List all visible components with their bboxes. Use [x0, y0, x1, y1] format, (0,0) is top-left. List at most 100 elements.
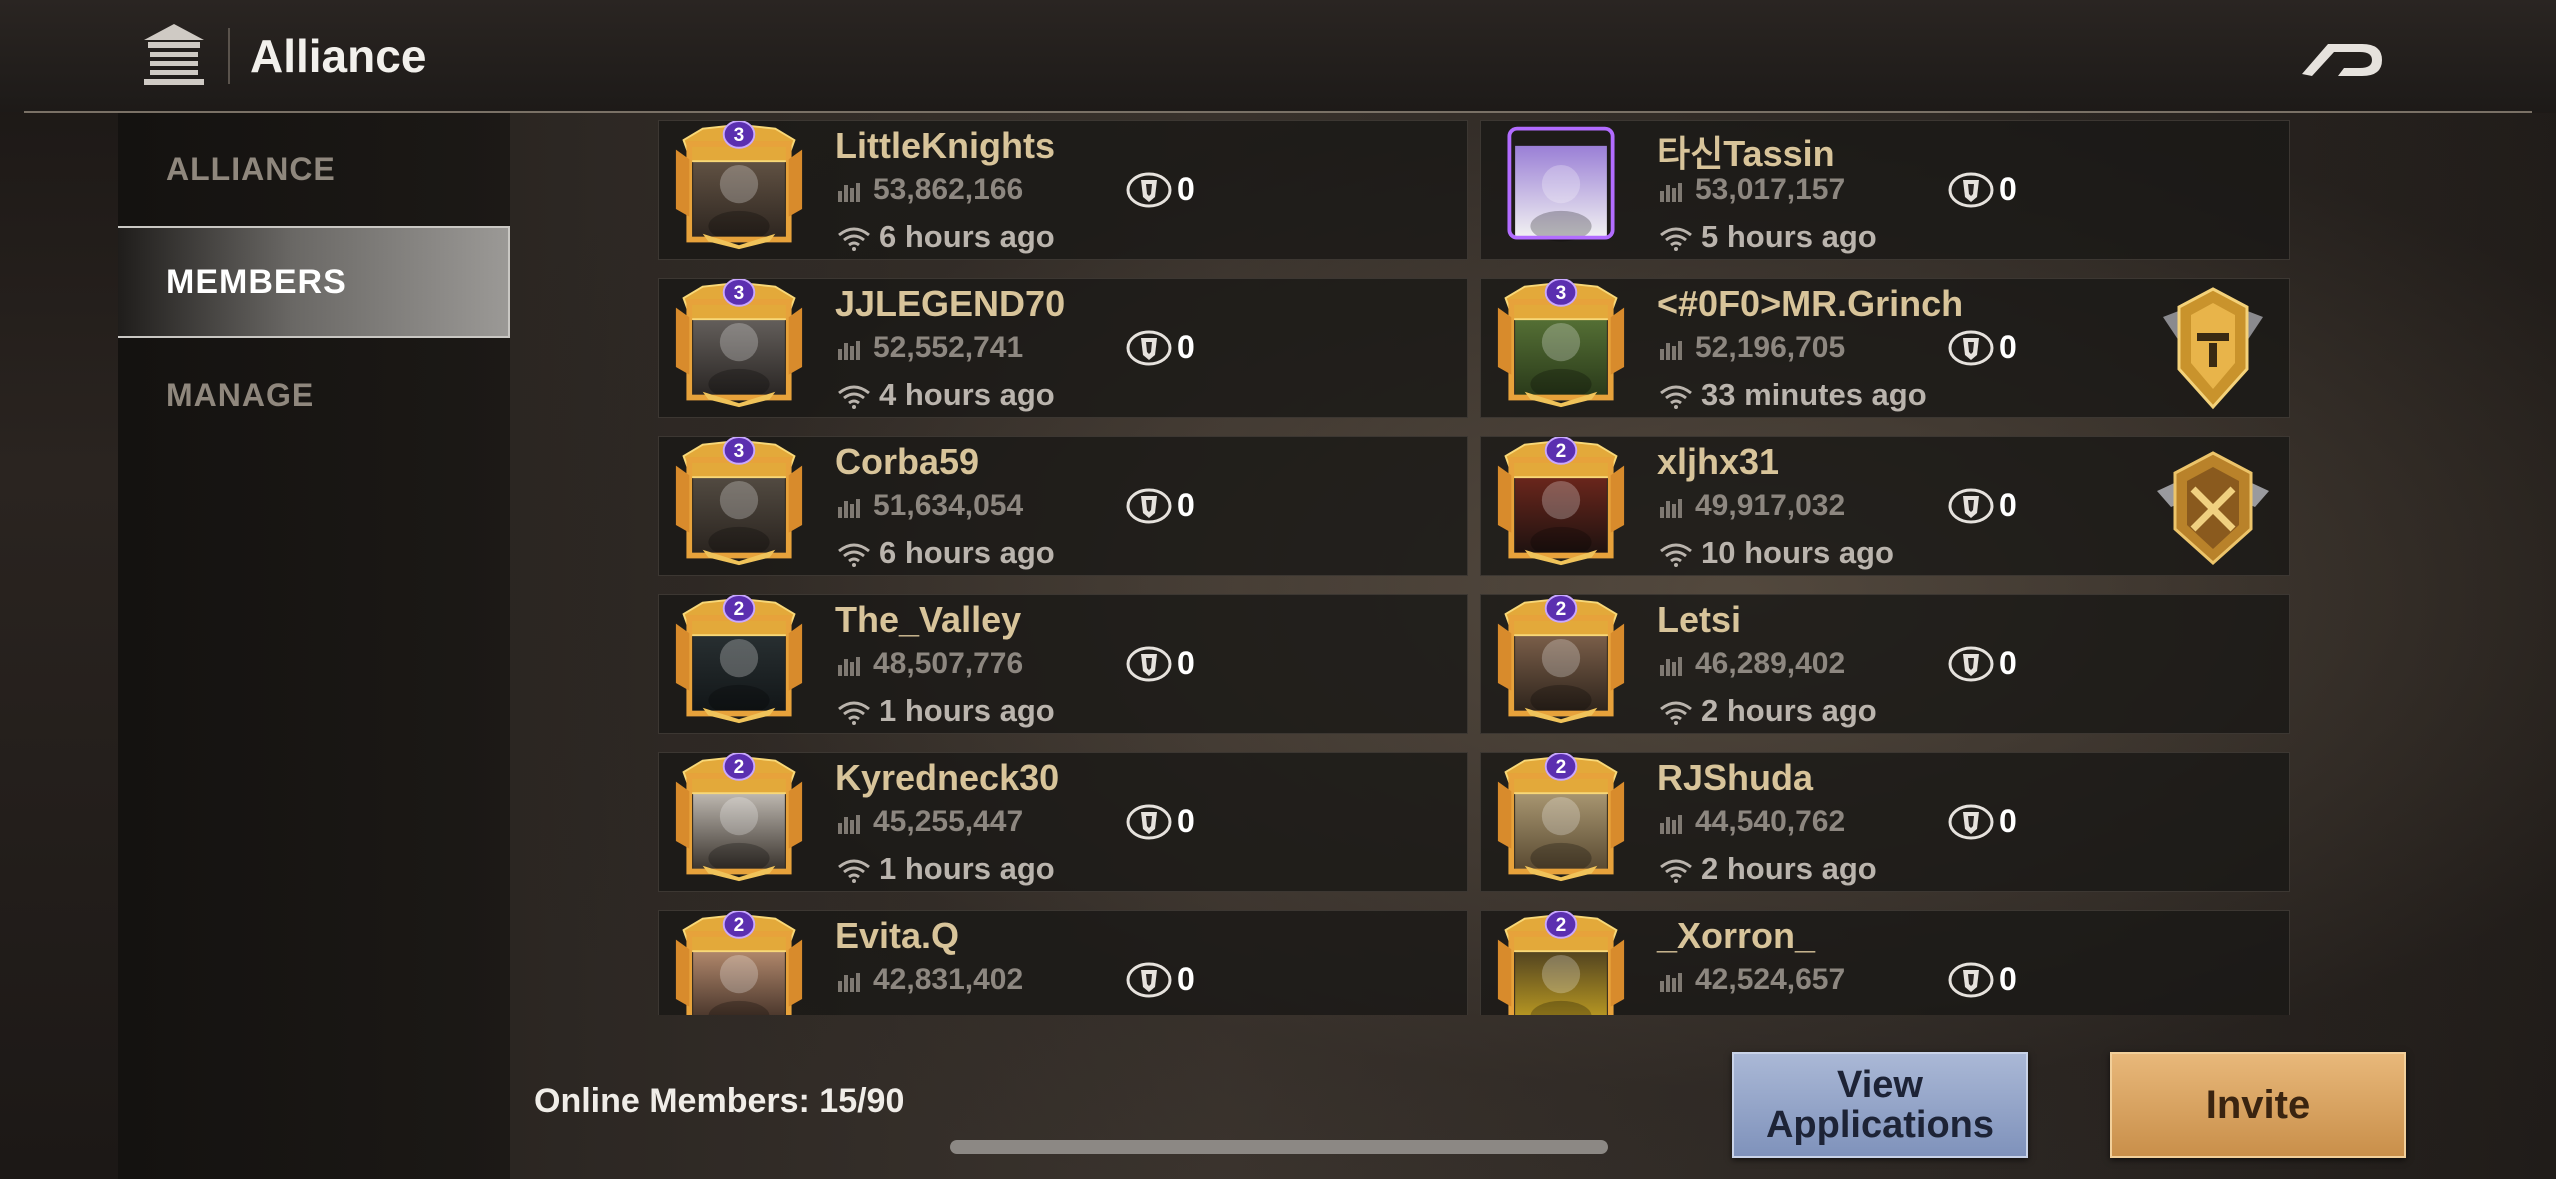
online-members-count: Online Members: 15/90 — [534, 1082, 905, 1120]
member-power: 52,196,705 — [1695, 331, 1846, 364]
member-name: xljhx31 — [1657, 441, 1780, 482]
member-power: 45,255,447 — [873, 805, 1024, 838]
power-icon — [838, 973, 860, 992]
power-icon — [838, 499, 860, 518]
member-power: 53,017,157 — [1695, 173, 1846, 206]
member-power: 48,507,776 — [873, 647, 1024, 680]
member-kills: 0 — [1177, 329, 1195, 365]
sidebar-item-alliance[interactable]: ALLIANCE — [118, 113, 510, 225]
members-list[interactable]: 3 LittleKnights 53,862,166 0 6 hours ago… — [658, 120, 2290, 1015]
member-avatar[interactable]: 2 — [1493, 911, 1629, 1015]
member-card[interactable]: 2 Evita.Q 42,831,402 0 — [658, 910, 1468, 1015]
wifi-icon — [838, 385, 870, 409]
sidebar-item-manage[interactable]: MANAGE — [118, 339, 510, 451]
kills-shield-icon — [1126, 804, 1172, 840]
member-kills: 0 — [1999, 645, 2017, 681]
kills-shield-icon — [1948, 330, 1994, 366]
member-power: 52,552,741 — [873, 331, 1024, 364]
leader-badge-icon — [2163, 287, 2263, 410]
member-name: Kyredneck30 — [835, 757, 1060, 798]
invite-button[interactable]: Invite — [2110, 1052, 2406, 1158]
svg-text:2: 2 — [1556, 915, 1567, 936]
member-avatar[interactable]: 2 — [671, 911, 807, 1015]
power-icon — [1660, 341, 1682, 360]
svg-text:2: 2 — [734, 599, 745, 620]
kills-shield-icon — [1126, 172, 1172, 208]
power-icon — [1660, 657, 1682, 676]
member-avatar[interactable]: 3 — [671, 279, 807, 409]
member-power: 49,917,032 — [1695, 489, 1846, 522]
member-card[interactable]: 3 <#0F0>MR.Grinch 52,196,705 0 33 minute… — [1480, 278, 2290, 418]
member-avatar[interactable]: 3 — [1493, 279, 1629, 409]
member-last-online: 5 hours ago — [1701, 219, 1877, 254]
member-last-online: 1 hours ago — [879, 851, 1055, 886]
member-avatar[interactable]: 3 — [671, 437, 807, 567]
member-power: 44,540,762 — [1695, 805, 1846, 838]
member-card[interactable]: 타신Tassin 53,017,157 0 5 hours ago — [1480, 120, 2290, 260]
member-name: Evita.Q — [835, 915, 960, 956]
svg-text:2: 2 — [1556, 599, 1567, 620]
member-name: JJLEGEND70 — [835, 283, 1066, 324]
member-avatar[interactable]: 2 — [1493, 753, 1629, 883]
member-avatar[interactable]: 3 — [671, 121, 807, 251]
wifi-icon — [838, 859, 870, 883]
power-icon — [1660, 183, 1682, 202]
member-last-online: 4 hours ago — [879, 377, 1055, 412]
game-screen: Alliance ALLIANCE MEMBERS MANAGE 3 Littl… — [0, 0, 2556, 1179]
member-card[interactable]: 2 Letsi 46,289,402 0 2 hours ago — [1480, 594, 2290, 734]
power-icon — [1660, 815, 1682, 834]
member-power: 42,831,402 — [873, 963, 1024, 996]
member-card[interactable]: 2 RJShuda 44,540,762 0 2 hours ago — [1480, 752, 2290, 892]
member-power: 51,634,054 — [873, 489, 1024, 522]
power-icon — [838, 815, 860, 834]
power-icon — [1660, 499, 1682, 518]
member-avatar[interactable]: 2 — [1493, 437, 1629, 567]
svg-text:3: 3 — [734, 125, 745, 146]
top-bar: Alliance — [0, 0, 2556, 112]
member-name: _Xorron_ — [1657, 915, 1816, 956]
kills-shield-icon — [1126, 488, 1172, 524]
view-applications-button[interactable]: View Applications — [1732, 1052, 2028, 1158]
member-card[interactable]: 2 The_Valley 48,507,776 0 1 hours ago — [658, 594, 1468, 734]
alliance-building-icon[interactable] — [140, 22, 208, 88]
member-last-online: 6 hours ago — [879, 219, 1055, 254]
svg-text:2: 2 — [1556, 757, 1567, 778]
kills-shield-icon — [1948, 646, 1994, 682]
member-avatar[interactable]: 2 — [671, 595, 807, 725]
member-last-online: 10 hours ago — [1701, 535, 1894, 570]
back-arrow-icon[interactable] — [2298, 30, 2388, 82]
power-icon — [838, 341, 860, 360]
svg-text:2: 2 — [734, 915, 745, 936]
wifi-icon — [1660, 859, 1692, 883]
svg-text:2: 2 — [734, 757, 745, 778]
kills-shield-icon — [1948, 172, 1994, 208]
member-card[interactable]: 2 Kyredneck30 45,255,447 0 1 hours ago — [658, 752, 1468, 892]
member-name: 타신Tassin — [1657, 133, 1835, 174]
member-card[interactable]: 3 LittleKnights 53,862,166 0 6 hours ago — [658, 120, 1468, 260]
home-indicator — [950, 1140, 1608, 1154]
sidebar-item-members[interactable]: MEMBERS — [118, 226, 510, 338]
member-kills: 0 — [1177, 803, 1195, 839]
member-card[interactable]: 2 _Xorron_ 42,524,657 0 — [1480, 910, 2290, 1015]
member-name: Letsi — [1657, 599, 1742, 640]
kills-shield-icon — [1126, 330, 1172, 366]
member-last-online: 2 hours ago — [1701, 851, 1877, 886]
member-avatar[interactable]: 2 — [671, 753, 807, 883]
member-card[interactable]: 3 Corba59 51,634,054 0 6 hours ago — [658, 436, 1468, 576]
member-power: 42,524,657 — [1695, 963, 1846, 996]
member-card[interactable]: 3 JJLEGEND70 52,552,741 0 4 hours ago — [658, 278, 1468, 418]
svg-text:3: 3 — [1556, 283, 1567, 304]
member-kills: 0 — [1999, 329, 2017, 365]
svg-text:3: 3 — [734, 441, 745, 462]
member-name: LittleKnights — [835, 125, 1055, 166]
officer-badge-icon — [2157, 451, 2269, 566]
member-last-online: 1 hours ago — [879, 693, 1055, 728]
kills-shield-icon — [1948, 804, 1994, 840]
power-icon — [1660, 973, 1682, 992]
member-avatar[interactable]: 2 — [1493, 595, 1629, 725]
wifi-icon — [838, 701, 870, 725]
sidebar: ALLIANCE MEMBERS MANAGE — [118, 113, 510, 1179]
member-card[interactable]: 2 xljhx31 49,917,032 0 10 hours ago — [1480, 436, 2290, 576]
wifi-icon — [838, 543, 870, 567]
member-avatar[interactable] — [1493, 121, 1629, 251]
